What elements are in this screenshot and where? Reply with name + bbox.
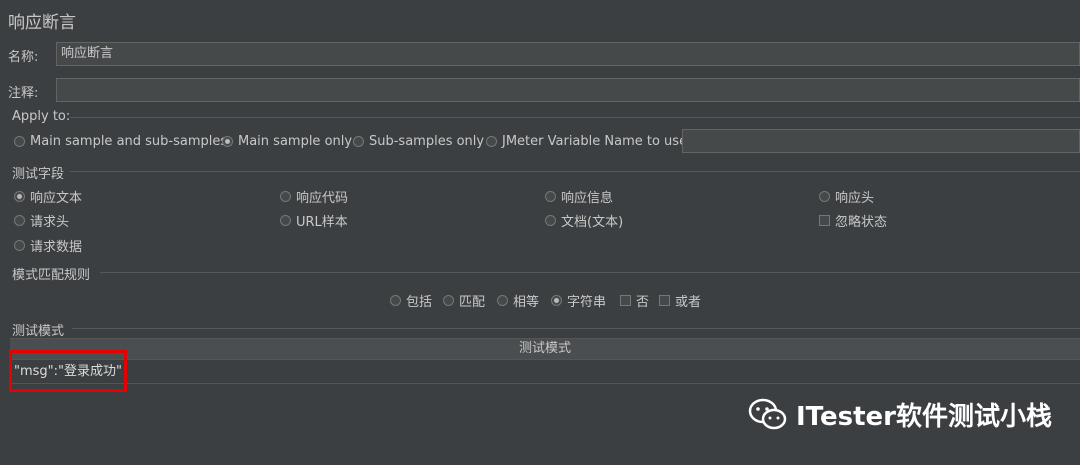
radio-response-code[interactable]: 响应代码: [280, 187, 348, 206]
radio-matches[interactable]: 匹配: [443, 291, 485, 310]
radio-sub-only[interactable]: Sub-samples only: [353, 134, 484, 149]
radio-icon: [14, 136, 25, 147]
radio-icon: [443, 295, 454, 306]
radio-icon: [280, 191, 291, 202]
comment-field[interactable]: [56, 78, 1080, 102]
checkbox-or[interactable]: 或者: [659, 291, 701, 310]
radio-substring[interactable]: 字符串: [551, 291, 606, 310]
name-field[interactable]: 响应断言: [56, 42, 1080, 66]
wechat-icon: [748, 398, 787, 429]
radio-contains[interactable]: 包括: [390, 291, 432, 310]
radio-icon: [353, 136, 364, 147]
checkbox-not[interactable]: 否: [620, 291, 649, 310]
checkbox-icon: [819, 215, 830, 226]
radio-main-only[interactable]: Main sample only: [222, 134, 352, 149]
radio-selected-icon: [14, 191, 25, 202]
radio-document-text[interactable]: 文档(文本): [545, 211, 623, 230]
radio-selected-icon: [551, 295, 562, 306]
checkbox-icon: [620, 295, 631, 306]
name-label: 名称:: [8, 50, 39, 65]
checkbox-ignore-status[interactable]: 忽略状态: [819, 211, 887, 230]
radio-icon: [14, 240, 25, 251]
test-patterns-title: 测试模式: [12, 324, 65, 339]
radio-selected-icon: [222, 136, 233, 147]
checkbox-icon: [659, 295, 670, 306]
test-field-title: 测试字段: [12, 167, 65, 182]
radio-request-headers[interactable]: 请求头: [14, 211, 69, 230]
radio-response-text[interactable]: 响应文本: [14, 187, 82, 206]
radio-icon: [390, 295, 401, 306]
pattern-rules-title: 模式匹配规则: [12, 268, 91, 283]
radio-equals[interactable]: 相等: [497, 291, 539, 310]
highlight-box: [9, 350, 127, 392]
comment-label: 注释:: [8, 86, 39, 101]
radio-jmeter-var[interactable]: JMeter Variable Name to use: [486, 134, 687, 149]
jmeter-var-field[interactable]: [682, 129, 1080, 153]
patterns-table-header: 测试模式: [10, 338, 1080, 360]
radio-response-message[interactable]: 响应信息: [545, 187, 613, 206]
radio-icon: [486, 136, 497, 147]
radio-icon: [545, 191, 556, 202]
radio-icon: [280, 215, 291, 226]
radio-response-headers[interactable]: 响应头: [819, 187, 874, 206]
table-row[interactable]: "msg":"登录成功": [10, 360, 1080, 384]
radio-icon: [497, 295, 508, 306]
watermark-text: ITester软件测试小栈: [796, 402, 1052, 432]
radio-icon: [819, 191, 830, 202]
radio-request-data[interactable]: 请求数据: [14, 236, 82, 255]
radio-url-sample[interactable]: URL样本: [280, 211, 348, 230]
page-title: 响应断言: [8, 13, 76, 33]
radio-icon: [545, 215, 556, 226]
radio-main-and-sub[interactable]: Main sample and sub-samples: [14, 134, 227, 149]
radio-icon: [14, 215, 25, 226]
watermark: ITester软件测试小栈: [748, 396, 1052, 433]
apply-to-title: Apply to:: [12, 109, 71, 124]
